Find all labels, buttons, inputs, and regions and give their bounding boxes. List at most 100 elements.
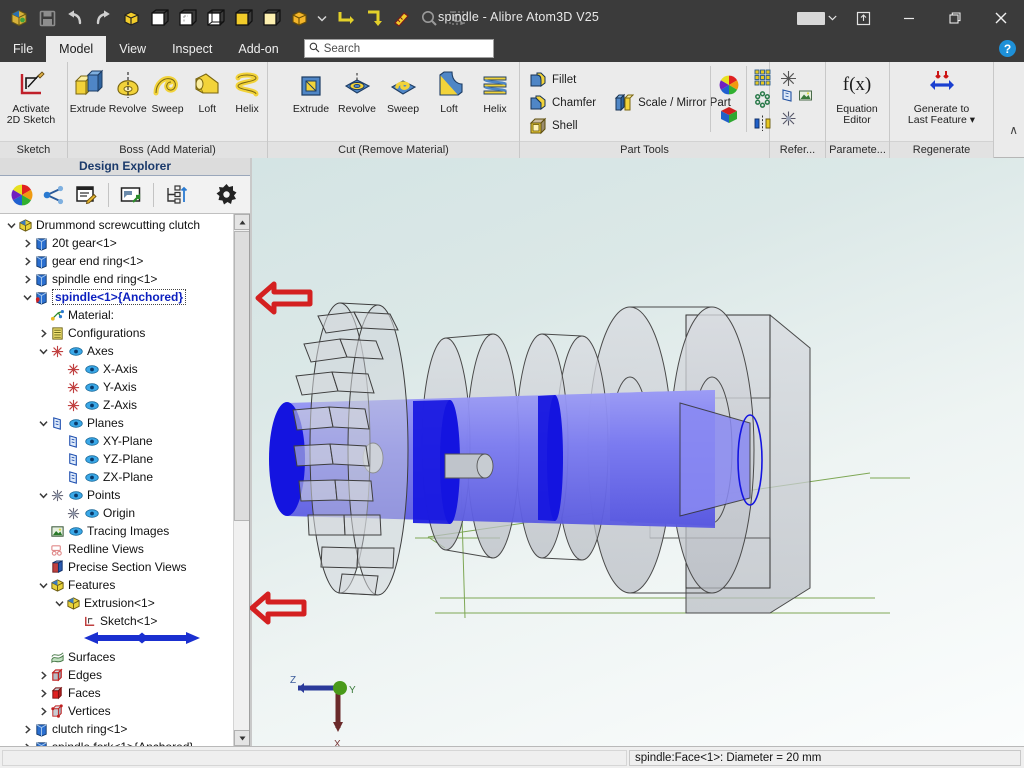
- color-wheel-button[interactable]: [718, 70, 740, 100]
- view-wireframe-icon[interactable]: [202, 5, 228, 31]
- design-explorer-tree[interactable]: Drummond screwcutting clutch 20t gear<1>…: [0, 214, 250, 746]
- chevron-right-icon[interactable]: [22, 738, 33, 746]
- maximize-button[interactable]: [932, 0, 978, 36]
- cut-loft-button[interactable]: Loft: [426, 62, 472, 115]
- tree-node[interactable]: Redline Views: [0, 540, 232, 558]
- tab-model[interactable]: Model: [46, 36, 107, 62]
- tree-node[interactable]: Surfaces: [0, 648, 232, 666]
- redo-icon[interactable]: [90, 5, 116, 31]
- chevron-right-icon[interactable]: [38, 666, 49, 684]
- tree-node[interactable]: Precise Section Views: [0, 558, 232, 576]
- tree-node[interactable]: Y-Axis: [0, 378, 232, 396]
- tree-node[interactable]: clutch ring<1>: [0, 720, 232, 738]
- visibility-eye-icon[interactable]: [84, 507, 100, 519]
- app-logo-icon[interactable]: [6, 5, 32, 31]
- visibility-eye-icon[interactable]: [68, 345, 84, 357]
- tree-node[interactable]: ZX-Plane: [0, 468, 232, 486]
- chevron-down-icon[interactable]: [54, 594, 65, 612]
- tree-node[interactable]: spindle end ring<1>: [0, 270, 232, 288]
- fillet-button[interactable]: Fillet: [528, 68, 731, 91]
- boss-helix-button[interactable]: Helix: [227, 62, 267, 115]
- cut-helix-button[interactable]: Helix: [472, 62, 518, 115]
- chevron-down-icon[interactable]: [38, 414, 49, 432]
- save-icon[interactable]: [34, 5, 60, 31]
- activate-2d-sketch-button[interactable]: Activate 2D Sketch: [0, 62, 62, 126]
- chevron-right-icon[interactable]: [38, 324, 49, 342]
- chevron-right-icon[interactable]: [22, 270, 33, 288]
- tree-node[interactable]: Features: [0, 576, 232, 594]
- chevron-right-icon[interactable]: [38, 702, 49, 720]
- view-hidden-line-icon[interactable]: [174, 5, 200, 31]
- settings-gear-icon[interactable]: [212, 180, 240, 210]
- help-button[interactable]: ?: [999, 40, 1016, 57]
- tree-node[interactable]: Axes: [0, 342, 232, 360]
- tree-node[interactable]: Tracing Images: [0, 522, 232, 540]
- visibility-eye-icon[interactable]: [68, 489, 84, 501]
- tree-node[interactable]: Points: [0, 486, 232, 504]
- chevron-right-icon[interactable]: [22, 234, 33, 252]
- visibility-eye-icon[interactable]: [68, 525, 84, 537]
- tree-node[interactable]: Vertices: [0, 702, 232, 720]
- tree-node[interactable]: Origin: [0, 504, 232, 522]
- tab-file[interactable]: File: [0, 36, 46, 62]
- view-shaded-hidden-icon[interactable]: [230, 5, 256, 31]
- chevron-right-icon[interactable]: [22, 720, 33, 738]
- view-render-icon[interactable]: [286, 5, 312, 31]
- orient-view-icon[interactable]: [360, 5, 386, 31]
- tree-scroll-down-button[interactable]: [234, 730, 249, 746]
- shell-button[interactable]: Shell: [528, 114, 731, 137]
- tree-node[interactable]: Sketch<1>: [0, 612, 232, 630]
- cut-extrude-button[interactable]: Extrude: [288, 62, 334, 115]
- tree-node[interactable]: Edges: [0, 666, 232, 684]
- visibility-eye-icon[interactable]: [84, 471, 100, 483]
- tree-node[interactable]: Z-Axis: [0, 396, 232, 414]
- tree-node[interactable]: YZ-Plane: [0, 450, 232, 468]
- search-input[interactable]: Search: [303, 39, 494, 58]
- visibility-eye-icon[interactable]: [84, 399, 100, 411]
- tree-node[interactable]: Configurations: [0, 324, 232, 342]
- boss-revolve-button[interactable]: Revolve: [108, 62, 148, 115]
- chevron-down-icon[interactable]: [22, 288, 33, 306]
- standard-views-icon[interactable]: [332, 5, 358, 31]
- tree-node[interactable]: Extrusion<1>: [0, 594, 232, 612]
- visibility-eye-icon[interactable]: [84, 363, 100, 375]
- tree-node[interactable]: Material:: [0, 306, 232, 324]
- expand-tree-icon[interactable]: [162, 180, 190, 210]
- 3d-viewport[interactable]: Z Y X: [250, 158, 1024, 746]
- tree-node[interactable]: Faces: [0, 684, 232, 702]
- notes-icon[interactable]: [72, 180, 100, 210]
- tab-view[interactable]: View: [106, 36, 159, 62]
- tab-addon[interactable]: Add-on: [225, 36, 291, 62]
- rollback-bar-icon[interactable]: [82, 631, 202, 648]
- relations-icon[interactable]: [40, 180, 68, 210]
- reference-point-button[interactable]: [780, 108, 813, 128]
- tree-scroll-up-button[interactable]: [234, 214, 249, 230]
- chevron-down-icon[interactable]: [6, 216, 17, 234]
- reference-axis-button[interactable]: [780, 68, 813, 88]
- view-transparent-icon[interactable]: [258, 5, 284, 31]
- visibility-eye-icon[interactable]: [84, 453, 100, 465]
- tree-scrollbar[interactable]: [233, 214, 249, 746]
- close-button[interactable]: [978, 0, 1024, 36]
- cut-revolve-button[interactable]: Revolve: [334, 62, 380, 115]
- chevron-down-icon[interactable]: [38, 342, 49, 360]
- generate-to-last-feature-button[interactable]: Generate to Last Feature ▾: [890, 62, 993, 126]
- chevron-right-icon[interactable]: [38, 684, 49, 702]
- tree-node[interactable]: spindle<1>{Anchored}: [0, 288, 232, 306]
- account-chip[interactable]: [794, 0, 840, 36]
- visibility-eye-icon[interactable]: [84, 381, 100, 393]
- tree-node[interactable]: Planes: [0, 414, 232, 432]
- measure-icon[interactable]: [388, 5, 414, 31]
- tree-scroll-thumb[interactable]: [234, 231, 249, 521]
- tree-node[interactable]: X-Axis: [0, 360, 232, 378]
- undo-icon[interactable]: [62, 5, 88, 31]
- minimize-button[interactable]: [886, 0, 932, 36]
- restore-down-icon[interactable]: [840, 0, 886, 36]
- color-wheel-icon[interactable]: [8, 180, 36, 210]
- tree-node[interactable]: Drummond screwcutting clutch: [0, 216, 232, 234]
- boss-sweep-button[interactable]: Sweep: [148, 62, 188, 115]
- view-wireframe-edges-icon[interactable]: [146, 5, 172, 31]
- cut-sweep-button[interactable]: Sweep: [380, 62, 426, 115]
- chamfer-button[interactable]: Chamfer Scale / Mirror Part: [528, 91, 731, 114]
- material-cube-button[interactable]: [718, 100, 740, 130]
